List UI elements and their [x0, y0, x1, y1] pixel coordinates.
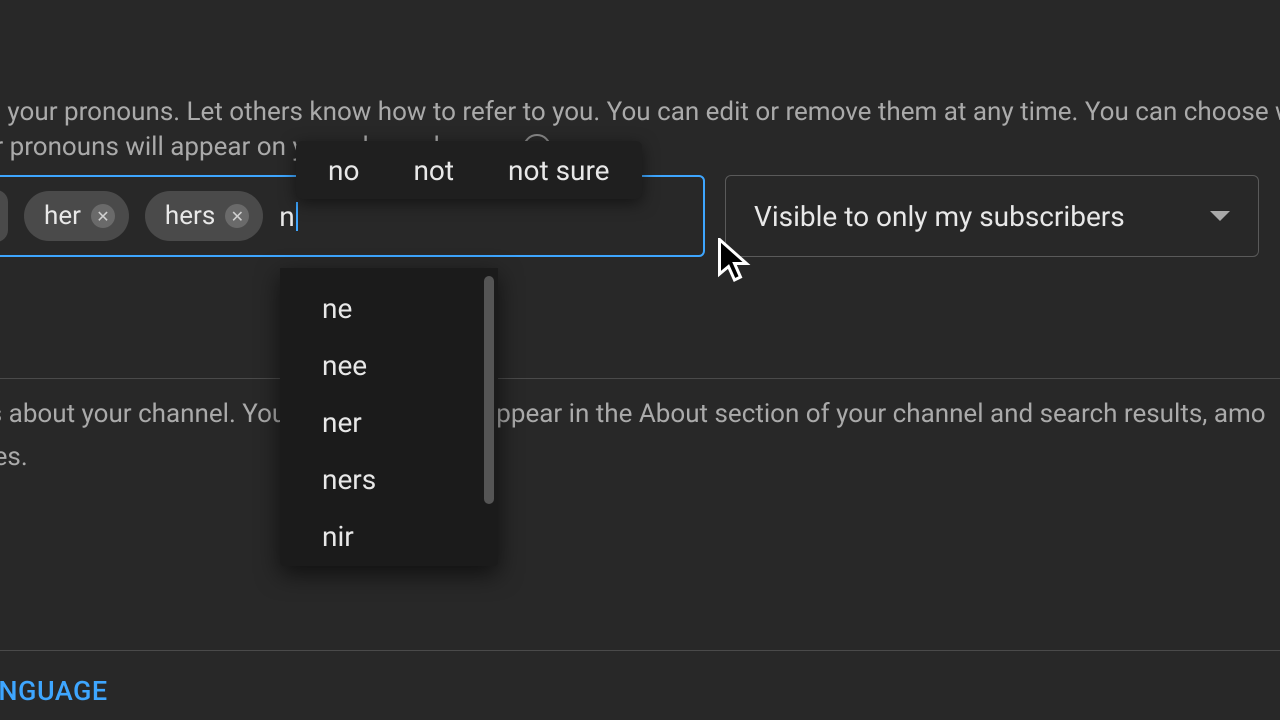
- chevron-down-icon: [1210, 211, 1230, 221]
- description-text-line2: ces.: [0, 442, 28, 472]
- ime-suggestion[interactable]: no: [306, 148, 381, 193]
- chip-remove-icon[interactable]: ✕: [225, 204, 249, 228]
- chip-label: hers: [165, 201, 215, 231]
- pronoun-chip-partial: [0, 190, 8, 242]
- pronouns-description-line1: ld your pronouns. Let others know how to…: [0, 97, 1280, 127]
- separator: [0, 650, 1280, 651]
- separator: [0, 378, 1280, 379]
- ime-suggestion[interactable]: not sure: [486, 148, 632, 193]
- ime-suggestion-bar: no not not sure: [296, 141, 642, 199]
- autocomplete-item[interactable]: ner: [280, 394, 498, 451]
- pronouns-typed-text: n: [279, 200, 294, 233]
- autocomplete-item[interactable]: nee: [280, 337, 498, 394]
- visibility-selected-label: Visible to only my subscribers: [754, 200, 1125, 233]
- description-text-line1: rs about your channel. Your description …: [0, 399, 1266, 429]
- language-link[interactable]: ANGUAGE: [0, 675, 108, 707]
- section-header-fragment: n: [0, 320, 1, 353]
- ime-suggestion[interactable]: not: [391, 148, 476, 193]
- autocomplete-item[interactable]: ne: [280, 280, 498, 337]
- chip-label: her: [44, 201, 81, 231]
- autocomplete-item[interactable]: nir: [280, 508, 498, 565]
- pronoun-chip: hers ✕: [145, 191, 263, 241]
- autocomplete-item[interactable]: ners: [280, 451, 498, 508]
- visibility-select[interactable]: Visible to only my subscribers: [725, 175, 1259, 257]
- text-caret: [296, 202, 298, 231]
- pronoun-chip: her ✕: [24, 191, 129, 241]
- autocomplete-dropdown: ne nee ner ners nir: [280, 268, 498, 566]
- scrollbar-thumb[interactable]: [484, 276, 494, 504]
- chip-remove-icon[interactable]: ✕: [91, 204, 115, 228]
- typed-text-value: n: [279, 200, 294, 233]
